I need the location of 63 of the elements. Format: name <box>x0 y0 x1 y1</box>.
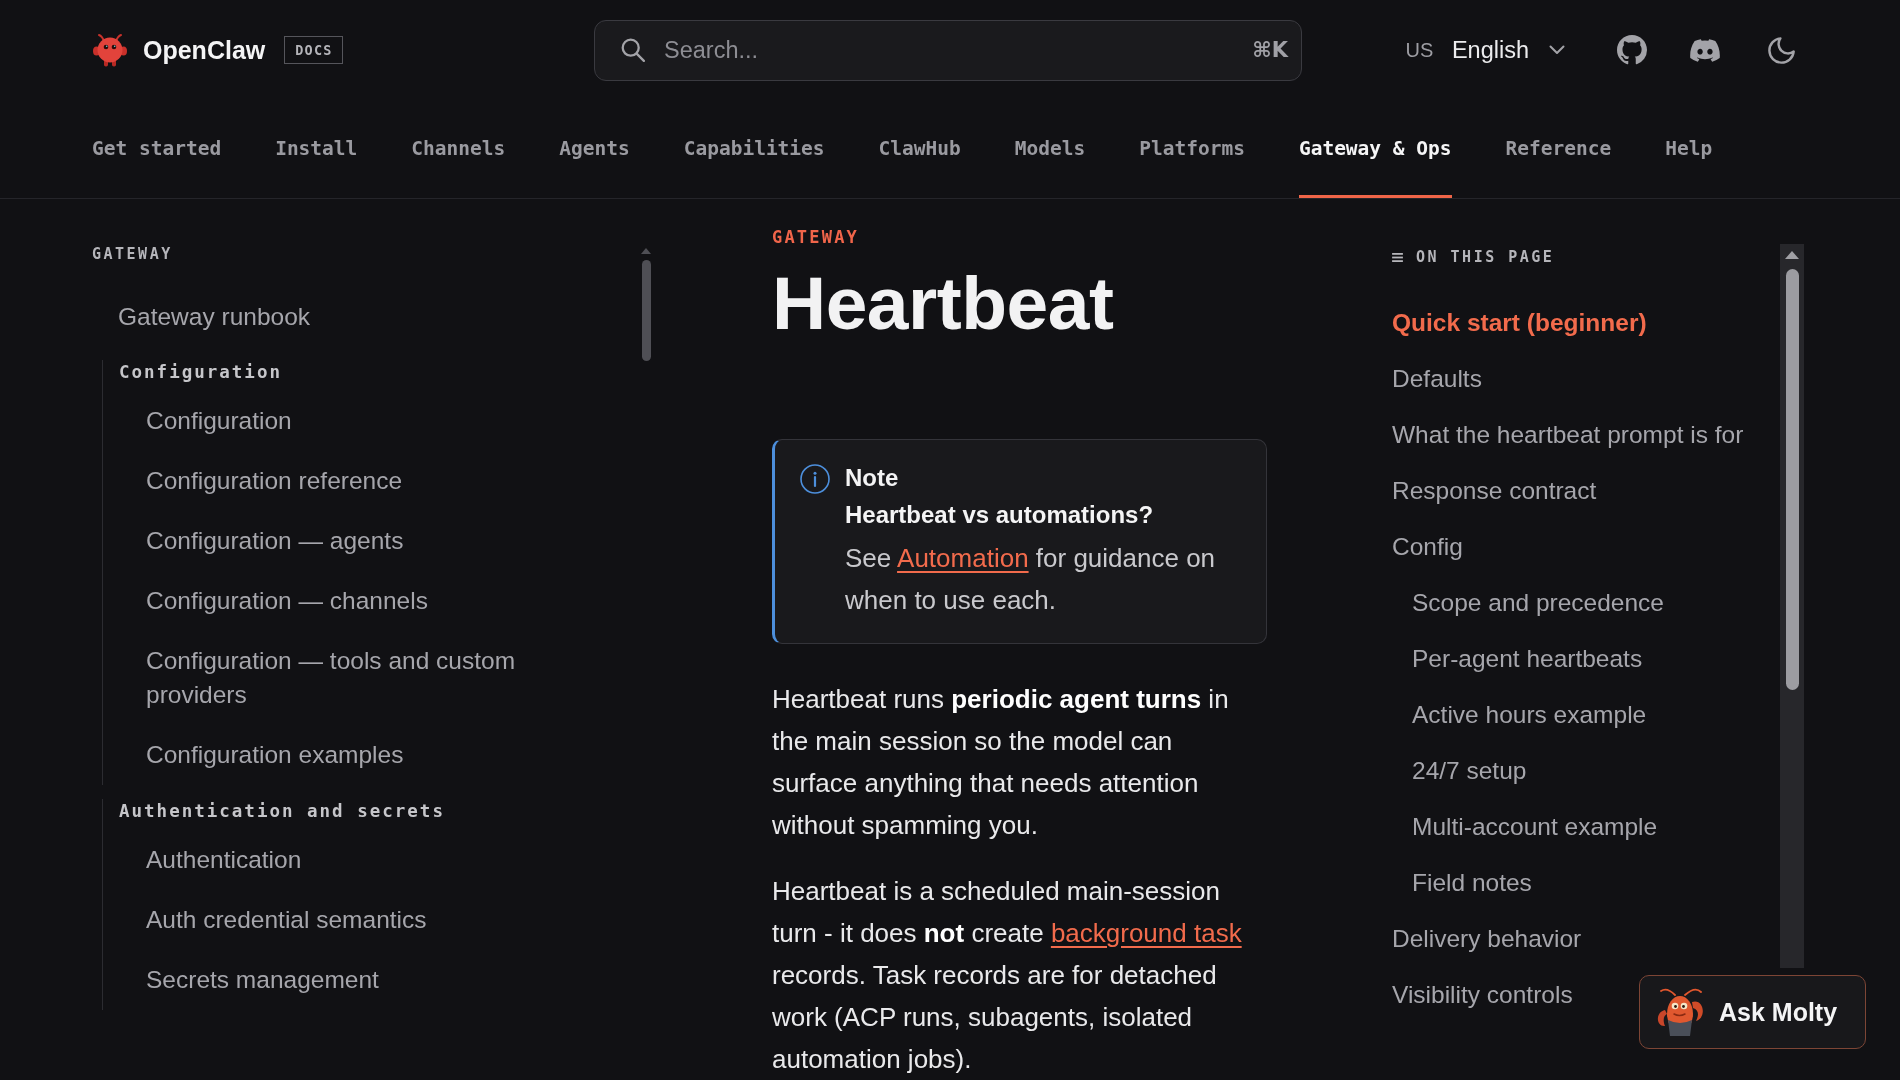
sidebar-item[interactable]: Configuration <box>146 404 292 438</box>
language-selector[interactable]: US English <box>1405 36 1565 64</box>
github-icon[interactable] <box>1617 35 1647 65</box>
nav-tab[interactable]: Help <box>1665 137 1713 198</box>
toc-item[interactable]: Field notes <box>1412 867 1532 899</box>
sidebar-item[interactable]: Configuration — tools and custom providers <box>146 644 562 712</box>
mascot-logo-icon[interactable] <box>92 33 128 67</box>
sidebar-group-title: Configuration <box>119 361 282 384</box>
site-name[interactable]: OpenClaw <box>143 35 266 65</box>
toc-item[interactable]: Defaults <box>1392 363 1482 395</box>
section-title: GATEWAY <box>92 244 173 264</box>
paragraph: Heartbeat is a scheduled main-session turn - it does not create background task records. Task records are for detached work (ACP runs, subagents, isolated automation jobs). <box>772 875 1243 1076</box>
link[interactable]: Automation <box>897 543 1029 573</box>
moon-icon[interactable] <box>1768 36 1795 64</box>
scrollbar[interactable] <box>1780 244 1804 968</box>
page-title: Heartbeat <box>772 262 1114 344</box>
nav-tab[interactable]: Platforms <box>1139 137 1245 198</box>
search-icon <box>621 37 645 62</box>
sidebar-item[interactable]: Configuration — agents <box>146 524 404 558</box>
toc-item[interactable]: Visibility controls <box>1392 979 1573 1011</box>
sidebar-item[interactable]: Configuration examples <box>146 738 404 772</box>
toc-title: ON THIS PAGE <box>1416 247 1555 267</box>
sidebar-item[interactable]: Secrets management <box>146 963 379 997</box>
keyboard-shortcut: ⌘K <box>1252 36 1288 63</box>
toc-item[interactable]: Multi-account example <box>1412 811 1658 843</box>
toc-item[interactable]: Quick start (beginner) <box>1392 307 1647 339</box>
nav-tab[interactable]: Agents <box>559 137 630 198</box>
nav-tab[interactable]: Models <box>1014 137 1086 198</box>
note-title: Heartbeat vs automations? <box>845 500 1154 530</box>
sidebar-item[interactable]: Gateway runbook <box>118 300 311 334</box>
sidebar-group-title: Authentication and secrets <box>119 800 445 823</box>
scrollbar[interactable] <box>641 248 651 361</box>
nav-tab[interactable]: Gateway & Ops <box>1298 137 1452 198</box>
link[interactable]: background task <box>1050 918 1242 948</box>
nav-tab[interactable]: Capabilities <box>683 137 825 198</box>
toc-item[interactable]: What the heartbeat prompt is for <box>1392 419 1744 451</box>
note-text: See Automation for guidance on when to use each. <box>845 542 1217 617</box>
nav-tab[interactable]: Install <box>275 137 358 198</box>
docs-badge: DOCS <box>284 36 343 64</box>
ask-assistant-button[interactable]: Ask Molty <box>1639 975 1866 1049</box>
nav-tab[interactable]: Reference <box>1505 137 1612 198</box>
toc-item[interactable]: Config <box>1392 531 1463 563</box>
note-label: Note <box>845 463 899 493</box>
lobster-icon <box>1655 986 1705 1038</box>
nav-tab[interactable]: Get started <box>92 137 222 198</box>
toc-item[interactable]: Response contract <box>1392 475 1597 507</box>
toc-item[interactable]: Active hours example <box>1412 699 1647 731</box>
nav-tab[interactable]: Channels <box>411 137 506 198</box>
discord-icon[interactable] <box>1690 38 1720 62</box>
section-label: GATEWAY <box>772 226 860 248</box>
info-icon <box>800 464 830 494</box>
sidebar-item[interactable]: Configuration — channels <box>146 584 428 618</box>
toc-item[interactable]: Per-agent heartbeats <box>1412 643 1643 675</box>
toc-item[interactable]: 24/7 setup <box>1412 755 1527 787</box>
paragraph: Heartbeat runs periodic agent turns in the main session so the model can surface anything that needs attention without spamming you. <box>772 683 1230 842</box>
toc-item[interactable]: Delivery behavior <box>1392 923 1582 955</box>
list-icon <box>1392 252 1403 262</box>
caret-icon <box>1549 45 1565 55</box>
sidebar-item[interactable]: Configuration reference <box>146 464 403 498</box>
nav-tab[interactable]: ClawHub <box>878 137 961 198</box>
sidebar-item[interactable]: Auth credential semantics <box>146 903 427 937</box>
toc-item[interactable]: Scope and precedence <box>1412 587 1664 619</box>
sidebar-item[interactable]: Authentication <box>146 843 302 877</box>
